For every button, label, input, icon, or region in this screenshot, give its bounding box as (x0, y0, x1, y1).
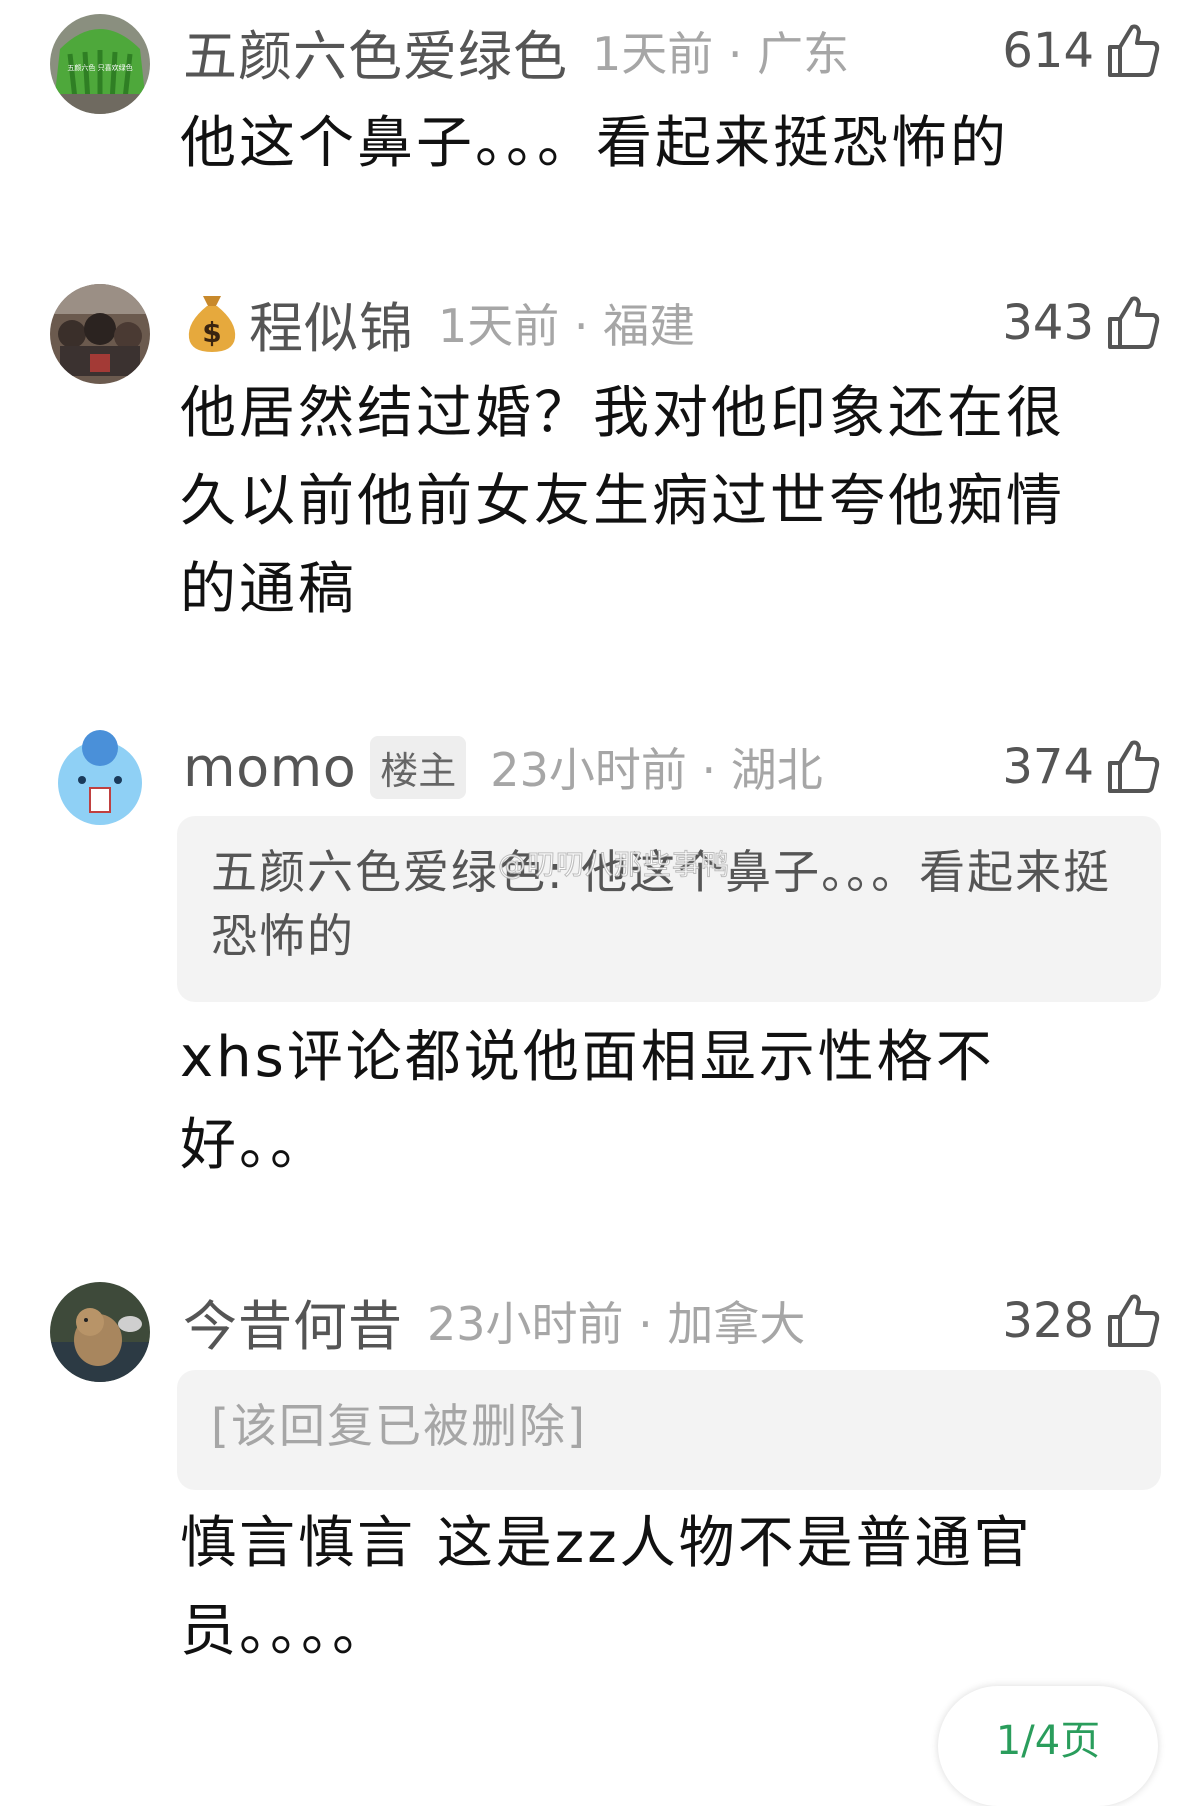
comment-meta: 五颜六色爱绿色 1天前 · 广东 614 (183, 16, 1160, 88)
time-location: 23小时前 · 湖北 (490, 743, 823, 797)
avatar[interactable] (50, 1282, 150, 1382)
comment-meta: momo 楼主 23小时前 · 湖北 374 (183, 732, 1160, 802)
username[interactable]: 五颜六色爱绿色 (183, 12, 568, 91)
page-indicator[interactable]: 1/4页 (938, 1686, 1158, 1806)
comment-text: 他居然结过婚？我对他印象还在很久以前他前女友生病过世夸他痴情的通稿 (180, 381, 1065, 622)
thumbs-up-icon (1108, 740, 1160, 793)
like-count: 374 (1002, 739, 1094, 795)
avatar[interactable] (50, 728, 150, 828)
like-button[interactable]: 343 (1002, 288, 1160, 358)
comment-text: xhs评论都说他面相显示性格不好。。 (180, 1025, 995, 1178)
avatar-image (50, 284, 150, 384)
deleted-reply-text: [该回复已被删除] (211, 1399, 587, 1453)
thumbs-up-icon (1108, 24, 1160, 77)
time-location: 23小时前 · 加拿大 (427, 1297, 806, 1351)
like-button[interactable]: 614 (1002, 16, 1160, 86)
like-count: 614 (1002, 23, 1094, 79)
comment-meta: $ 程似锦 1天前 · 福建 343 (183, 288, 1160, 360)
quoted-reply[interactable]: [该回复已被删除] (177, 1370, 1161, 1490)
username[interactable]: 程似锦 (249, 284, 414, 363)
comment-meta: 今昔何昔 23小时前 · 加拿大 328 (183, 1286, 1160, 1358)
comment-text: 慎言慎言 这是zz人物不是普通官员。。。。 (180, 1511, 1033, 1664)
money-bag-icon: $ (188, 296, 236, 352)
time-location: 1天前 · 广东 (592, 27, 850, 81)
thumbs-up-icon (1108, 1294, 1160, 1347)
time-location: 1天前 · 福建 (438, 299, 696, 353)
comment-text: 他这个鼻子。。。看起来挺恐怖的 (180, 111, 1009, 176)
like-button[interactable]: 328 (1002, 1286, 1160, 1356)
username[interactable]: 今昔何昔 (183, 1282, 403, 1361)
avatar-caption: 五颜六色 只喜欢绿色 (67, 63, 132, 72)
avatar-image: 五颜六色 只喜欢绿色 (50, 14, 150, 114)
avatar[interactable] (50, 284, 150, 384)
avatar-image (50, 728, 150, 828)
username[interactable]: momo (183, 736, 356, 799)
like-count: 328 (1002, 1293, 1094, 1349)
svg-text:$: $ (202, 316, 221, 349)
watermark: @叨叨八那些事鸭 (497, 848, 731, 882)
avatar[interactable]: 五颜六色 只喜欢绿色 (50, 14, 150, 114)
thumbs-up-icon (1108, 296, 1160, 349)
like-count: 343 (1002, 295, 1094, 351)
op-badge: 楼主 (370, 735, 467, 799)
avatar-image (50, 1282, 150, 1382)
like-button[interactable]: 374 (1002, 732, 1160, 802)
